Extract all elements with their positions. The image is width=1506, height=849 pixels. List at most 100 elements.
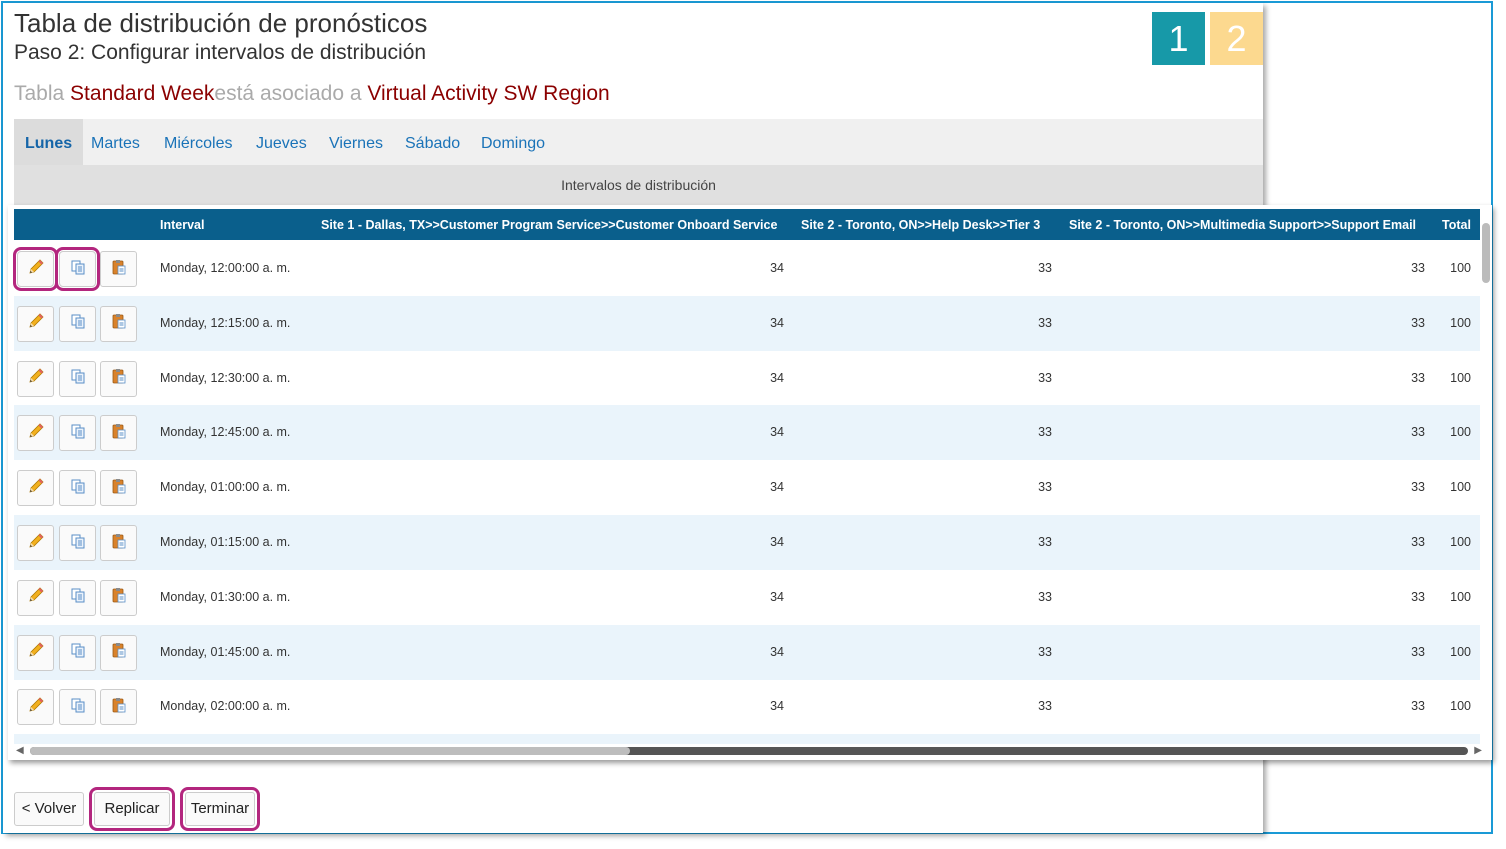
tab-lunes[interactable]: Lunes — [14, 119, 84, 165]
site2-tier3-cell: 33 — [1038, 425, 1052, 440]
copy-button[interactable] — [59, 525, 96, 561]
copy-button[interactable] — [59, 305, 96, 342]
table-row: Monday, 12:45:00 a. m. 34 33 33 100 — [14, 405, 1480, 461]
copy-button[interactable] — [59, 360, 96, 397]
edit-button[interactable] — [17, 525, 54, 561]
edit-button[interactable] — [17, 634, 54, 671]
tab-miercoles[interactable]: Miércoles — [153, 119, 243, 165]
scroll-thumb[interactable] — [30, 747, 630, 755]
paste-button[interactable] — [100, 634, 137, 671]
tab-jueves[interactable]: Jueves — [245, 119, 318, 165]
association-line: Tabla Standard Weekestá asociado a Virtu… — [14, 82, 610, 106]
header-site2-email[interactable]: Site 2 - Toronto, ON>>Multimedia Support… — [1069, 209, 1416, 242]
site1-onboard-cell: 34 — [770, 535, 784, 549]
table-name: Standard Week — [70, 82, 215, 105]
site2-email-cell: 33 — [1411, 315, 1425, 330]
table-row: Monday, 01:00:00 a. m. 34 33 33 100 — [14, 460, 1480, 515]
site1-onboard-cell: 34 — [770, 370, 784, 385]
paste-button[interactable] — [100, 470, 137, 507]
assoc-middle: está asociado a — [214, 82, 368, 105]
distribution-table: Interval Site 1 - Dallas, TX>>Customer P… — [8, 205, 1492, 760]
paste-icon — [110, 258, 128, 281]
site2-tier3-cell: 33 — [1038, 644, 1052, 659]
pencil-icon — [27, 696, 45, 719]
paste-button[interactable] — [100, 525, 137, 561]
total-cell: 100 — [1450, 589, 1471, 604]
total-cell: 100 — [1450, 535, 1471, 549]
step-2-indicator[interactable]: 2 — [1210, 12, 1263, 65]
activity-name: Virtual Activity SW Region — [367, 82, 610, 105]
copy-button[interactable] — [59, 579, 96, 616]
scroll-left-icon[interactable]: ◀ — [16, 745, 24, 756]
edit-button[interactable] — [17, 360, 54, 397]
pencil-icon — [27, 422, 45, 445]
table-row: Monday, 12:15:00 a. m. 34 33 33 100 — [14, 295, 1480, 351]
tab-domingo[interactable]: Domingo — [470, 119, 556, 165]
header-site1-onboard[interactable]: Site 1 - Dallas, TX>>Customer Program Se… — [321, 209, 777, 242]
edit-button[interactable] — [17, 415, 54, 452]
edit-button[interactable] — [13, 247, 58, 291]
interval-cell: Monday, 01:45:00 a. m. — [160, 644, 291, 659]
copy-button[interactable] — [59, 415, 96, 452]
scroll-right-icon[interactable]: ▶ — [1474, 745, 1482, 756]
pencil-icon — [27, 258, 45, 281]
interval-cell: Monday, 12:30:00 a. m. — [160, 370, 291, 385]
copy-icon — [69, 367, 87, 390]
paste-button[interactable] — [100, 305, 137, 342]
page-subtitle: Paso 2: Configurar intervalos de distrib… — [14, 41, 427, 64]
finish-button[interactable]: Terminar — [180, 787, 260, 831]
edit-button[interactable] — [17, 579, 54, 616]
replicate-button[interactable]: Replicar — [89, 787, 175, 831]
site2-tier3-cell: 33 — [1038, 480, 1052, 495]
header-site2-tier3[interactable]: Site 2 - Toronto, ON>>Help Desk>>Tier 3 — [801, 209, 1040, 242]
paste-icon — [110, 641, 128, 664]
paste-button[interactable] — [100, 360, 137, 397]
copy-icon — [69, 312, 87, 335]
site1-onboard-cell: 34 — [770, 261, 784, 275]
site1-onboard-cell: 34 — [770, 644, 784, 659]
tab-viernes[interactable]: Viernes — [318, 119, 394, 165]
total-cell: 100 — [1450, 315, 1471, 330]
copy-button[interactable] — [59, 689, 96, 726]
interval-cell: Monday, 01:00:00 a. m. — [160, 480, 291, 495]
copy-button[interactable] — [59, 634, 96, 671]
table-row: Monday, 01:30:00 a. m. 34 33 33 100 — [14, 570, 1480, 625]
edit-button[interactable] — [17, 305, 54, 342]
table-row: Monday, 12:00:00 a. m. 34 33 33 100 — [13, 241, 1480, 296]
horizontal-scrollbar[interactable]: ◀ ▶ — [16, 744, 1482, 756]
site2-tier3-cell: 33 — [1038, 535, 1052, 549]
back-button[interactable]: < Volver — [14, 792, 84, 826]
paste-icon — [110, 586, 128, 609]
header-interval[interactable]: Interval — [160, 209, 204, 242]
table-row: Monday, 02:00:00 a. m. 34 33 33 100 — [14, 679, 1480, 734]
copy-icon — [69, 477, 87, 500]
site2-email-cell: 33 — [1411, 644, 1425, 659]
paste-button[interactable] — [100, 251, 137, 287]
paste-button[interactable] — [100, 689, 137, 726]
site1-onboard-cell: 34 — [770, 699, 784, 714]
total-cell: 100 — [1450, 644, 1471, 659]
copy-icon — [69, 258, 87, 281]
tab-sabado[interactable]: Sábado — [394, 119, 471, 165]
vertical-scrollbar[interactable] — [1482, 223, 1490, 283]
site2-email-cell: 33 — [1411, 261, 1425, 275]
paste-icon — [110, 422, 128, 445]
table-row-partial — [14, 734, 1480, 745]
site2-tier3-cell: 33 — [1038, 699, 1052, 714]
paste-button[interactable] — [100, 579, 137, 616]
paste-icon — [110, 532, 128, 555]
site1-onboard-cell: 34 — [770, 480, 784, 495]
edit-button[interactable] — [17, 689, 54, 726]
tab-martes[interactable]: Martes — [80, 119, 151, 165]
paste-icon — [110, 696, 128, 719]
copy-button[interactable] — [55, 247, 100, 291]
interval-cell: Monday, 12:45:00 a. m. — [160, 425, 291, 440]
copy-button[interactable] — [59, 470, 96, 507]
assoc-prefix: Tabla — [14, 82, 71, 105]
header-total[interactable]: Total — [1442, 209, 1471, 242]
table-row: Monday, 12:30:00 a. m. 34 33 33 100 — [14, 351, 1480, 406]
step-1-indicator[interactable]: 1 — [1152, 12, 1205, 65]
site2-tier3-cell: 33 — [1038, 370, 1052, 385]
edit-button[interactable] — [17, 470, 54, 507]
paste-button[interactable] — [100, 415, 137, 452]
